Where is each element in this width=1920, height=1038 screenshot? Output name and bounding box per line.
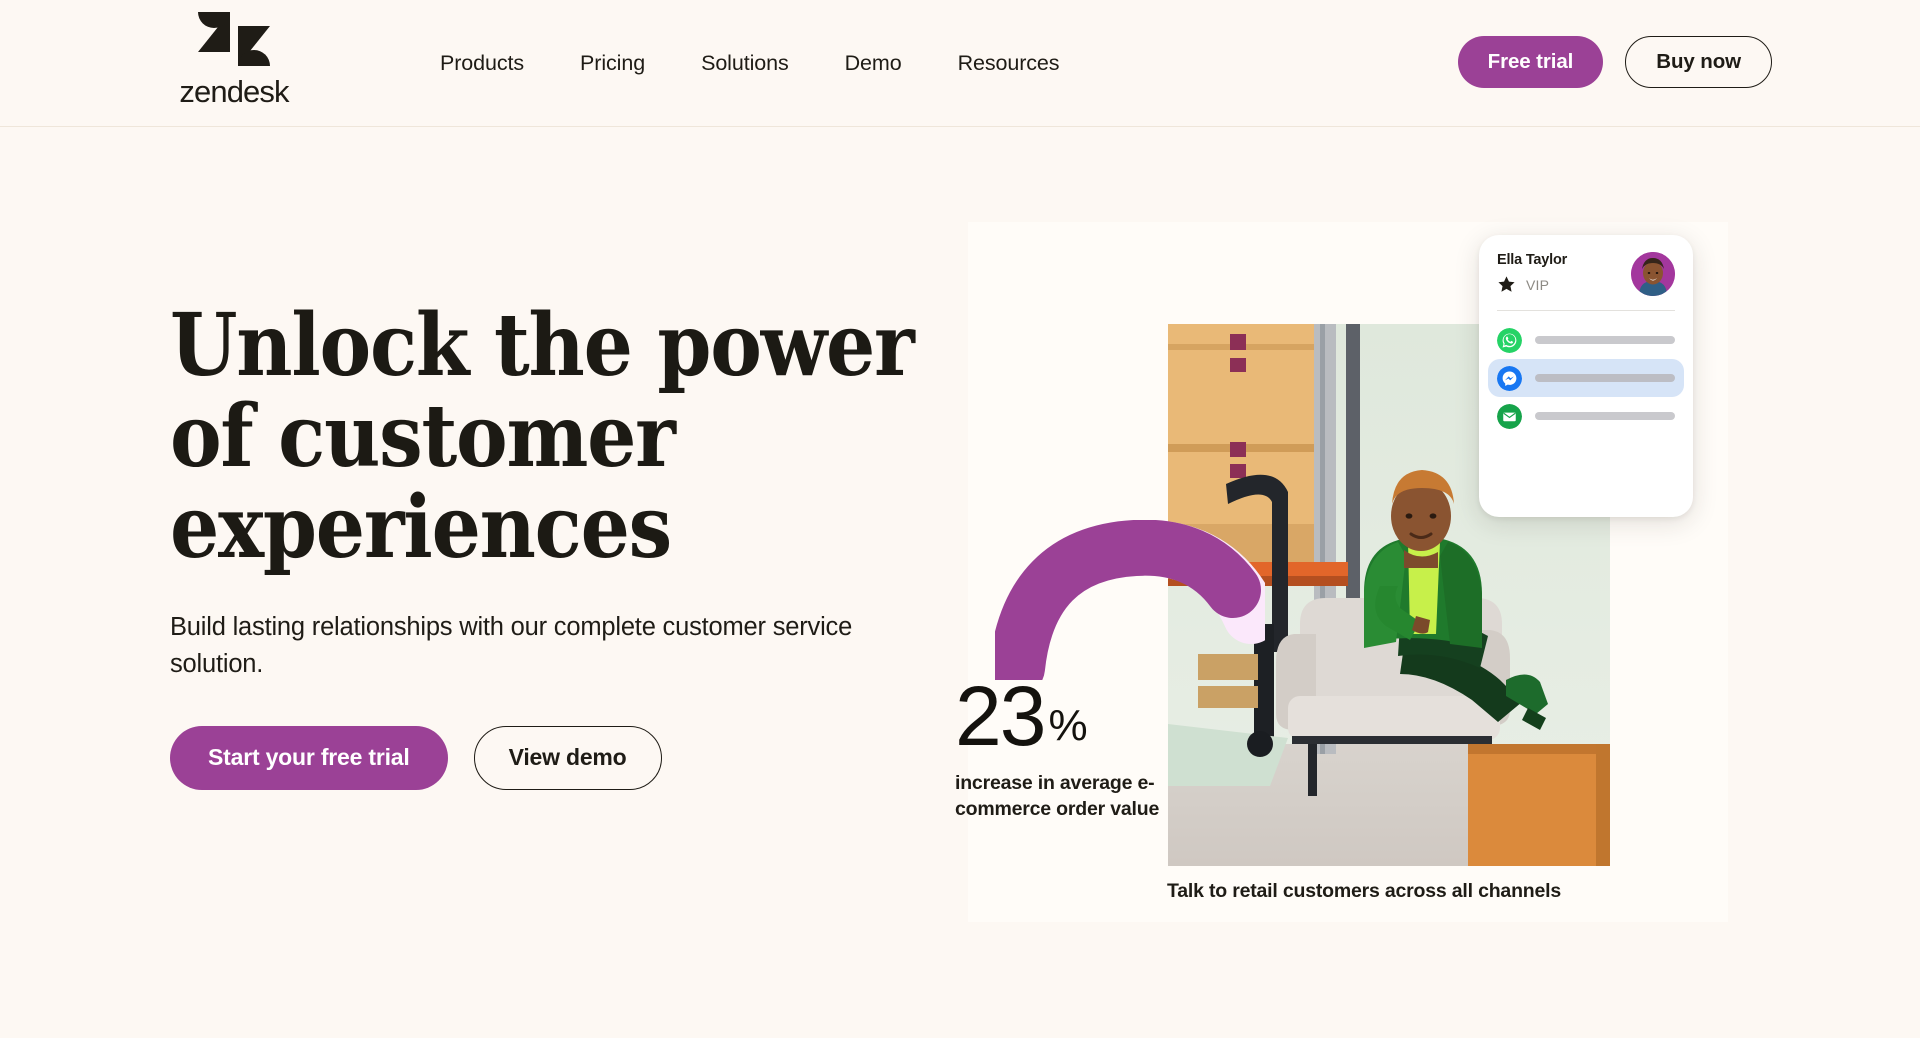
- email-icon: [1497, 403, 1522, 429]
- hero-actions: Start your free trial View demo: [170, 725, 960, 790]
- stat-description: increase in average e-commerce order val…: [955, 772, 1160, 821]
- chat-contact-info: Ella Taylor VIP: [1497, 252, 1567, 294]
- stat-percent-sign: %: [1048, 700, 1088, 750]
- nav-item-solutions[interactable]: Solutions: [701, 43, 789, 84]
- nav-item-products[interactable]: Products: [440, 43, 524, 84]
- chat-card-header: Ella Taylor VIP: [1497, 252, 1675, 296]
- zendesk-z-logo-icon: [198, 12, 270, 66]
- messenger-icon: [1497, 365, 1522, 391]
- headline-line-3: experiences: [170, 477, 672, 579]
- vip-badge: VIP: [1497, 275, 1567, 294]
- free-trial-button[interactable]: Free trial: [1457, 36, 1604, 88]
- chat-card-divider: [1497, 310, 1675, 311]
- zendesk-wordmark: zendesk: [179, 74, 289, 109]
- hero-copy: Unlock the power of customer experiences…: [170, 300, 960, 790]
- zendesk-logo[interactable]: zendesk: [166, 6, 302, 107]
- channel-placeholder-bar: [1535, 374, 1675, 382]
- nav-item-resources[interactable]: Resources: [958, 43, 1060, 84]
- start-free-trial-button[interactable]: Start your free trial: [170, 725, 448, 790]
- stat-arc-icon: [995, 520, 1265, 680]
- whatsapp-icon: [1497, 327, 1522, 353]
- channel-placeholder-bar: [1535, 336, 1675, 344]
- vip-label: VIP: [1526, 276, 1550, 293]
- stat-value: 23 %: [955, 669, 1088, 763]
- page-root: zendesk Products Pricing Solutions Demo …: [0, 0, 1920, 1038]
- headline-line-1: Unlock the power: [170, 295, 915, 396]
- customer-chat-card: Ella Taylor VIP: [1479, 235, 1693, 517]
- hero-subheading: Build lasting relationships with our com…: [170, 613, 853, 678]
- star-icon: [1498, 276, 1515, 292]
- page-title: Unlock the power of customer experiences: [170, 300, 960, 573]
- header-actions: Free trial Buy now: [1457, 36, 1772, 88]
- channel-row-messenger[interactable]: [1488, 359, 1684, 397]
- contact-name: Ella Taylor: [1497, 252, 1568, 268]
- hero-photo-caption: Talk to retail customers across all chan…: [1167, 880, 1562, 902]
- nav-item-pricing[interactable]: Pricing: [580, 43, 645, 84]
- nav-item-demo[interactable]: Demo: [845, 43, 902, 84]
- avatar-photo-icon: [1631, 252, 1675, 296]
- main-navigation: Products Pricing Solutions Demo Resource…: [440, 0, 1060, 127]
- channel-row-email[interactable]: [1488, 397, 1684, 435]
- channel-placeholder-bar: [1535, 412, 1675, 420]
- stat-number: 23: [955, 669, 1046, 763]
- avatar: [1631, 252, 1675, 296]
- view-demo-button[interactable]: View demo: [473, 725, 662, 790]
- buy-now-button[interactable]: Buy now: [1625, 36, 1772, 88]
- channel-row-whatsapp[interactable]: [1488, 321, 1684, 359]
- site-header: zendesk Products Pricing Solutions Demo …: [0, 0, 1920, 127]
- headline-line-2: of customer: [170, 386, 676, 488]
